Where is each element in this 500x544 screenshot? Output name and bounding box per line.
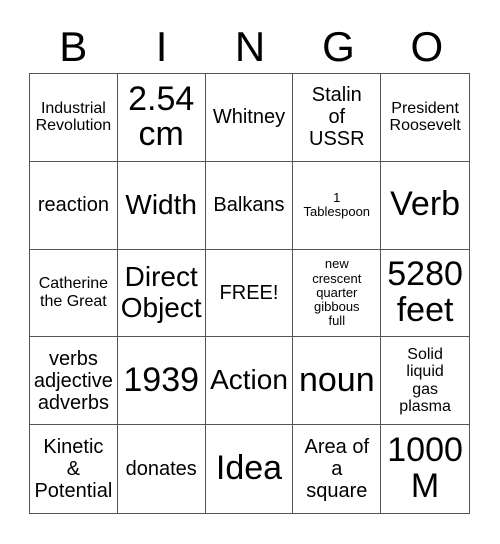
cell-text: FREE! [219,281,279,304]
cell-text: Area of a square [304,436,370,503]
header-letter-b: B [59,23,88,70]
cell-text: Industrial Revolution [35,99,112,135]
bingo-cell[interactable]: reaction [30,161,118,250]
bingo-cell[interactable]: Idea [206,425,294,513]
free-space-cell[interactable]: FREE! [205,249,294,338]
cell-text: 2.54 cm [128,79,195,154]
bingo-cell[interactable]: 1000 M [381,425,469,513]
cell-text: Width [125,188,197,220]
bingo-cell[interactable]: Catherine the Great [30,249,118,338]
bingo-cell[interactable]: Direct Object [117,249,206,338]
bingo-cell[interactable]: Industrial Revolution [30,74,118,162]
cell-text: Catherine the Great [38,275,109,310]
bingo-cell[interactable]: new crescent quarter gibbous full [293,249,382,338]
bingo-cell[interactable]: Balkans [205,161,294,250]
cell-text: Kinetic & Potential [34,436,113,503]
cell-text: Solid liquid gas plasma [399,345,451,416]
header-letter-o: O [410,23,444,70]
bingo-cell[interactable]: Verb [381,162,469,250]
bingo-cell[interactable]: noun [293,337,382,426]
cell-text: new crescent quarter gibbous full [312,256,362,329]
bingo-cell[interactable]: Solid liquid gas plasma [381,337,469,426]
bingo-cell[interactable]: Action [205,337,294,426]
cell-text: Idea [215,449,283,488]
bingo-cell[interactable]: Whitney [205,74,294,162]
cell-text: Verb [390,185,461,224]
cell-text: 1 Tablespoon [303,189,371,220]
bingo-grid: Industrial Revolution 2.54 cm Whitney Stali… [29,73,470,514]
bingo-cell[interactable]: Area of a square [293,425,382,513]
cell-text: 1000 M [387,431,463,506]
bingo-cell[interactable]: President Roosevelt [381,74,469,162]
bingo-cell[interactable]: 2.54 cm [117,74,206,162]
cell-text: Stalin of USSR [309,84,365,151]
cell-text: Direct Object [120,261,202,323]
bingo-cell[interactable]: Kinetic & Potential [30,425,118,513]
bingo-cell[interactable]: donates [118,425,206,513]
bingo-cell[interactable]: 5280 feet [381,250,469,338]
header-letter-i: I [155,23,168,70]
bingo-header: B I N G O [29,22,471,72]
cell-text: verbs adjective adverbs [33,347,113,414]
header-letter-n: N [234,23,266,70]
cell-text: noun [298,360,375,399]
cell-text: President Roosevelt [389,99,461,135]
cell-text: Action [210,364,288,396]
bingo-cell[interactable]: verbs adjective adverbs [30,337,118,426]
cell-text: donates [125,458,197,481]
bingo-cell[interactable]: Stalin of USSR [293,74,382,162]
bingo-cell[interactable]: 1 Tablespoon [293,161,382,250]
bingo-cell[interactable]: 1939 [117,337,206,426]
cell-text: reaction [37,194,109,217]
cell-text: Whitney [212,106,286,129]
bingo-cell[interactable]: Width [117,161,206,250]
header-letter-g: G [322,23,355,70]
cell-text: 5280 feet [387,255,463,329]
cell-text: Balkans [213,194,285,217]
cell-text: 1939 [123,360,200,399]
